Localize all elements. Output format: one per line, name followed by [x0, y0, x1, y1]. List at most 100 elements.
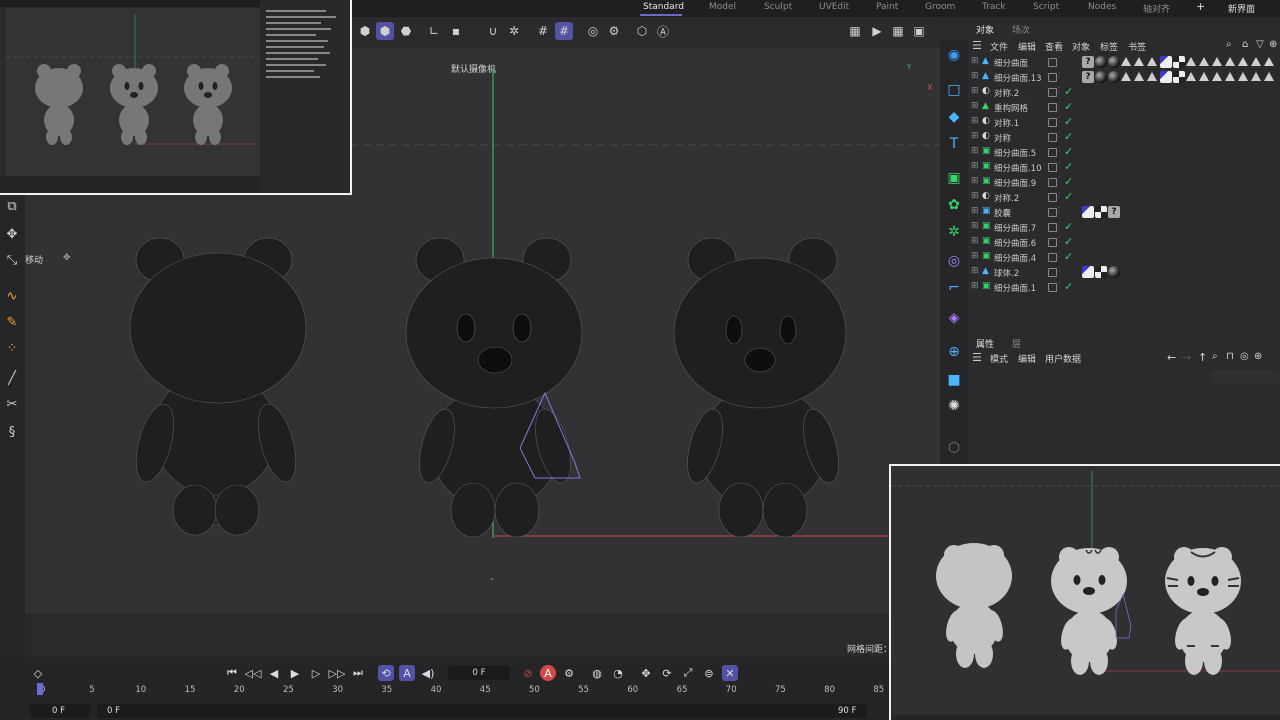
tag-tri-icon[interactable] [1225, 72, 1235, 81]
expand-icon[interactable]: ⊞ [971, 207, 980, 216]
visibility-dots[interactable]: ⁚ [1058, 146, 1060, 154]
tab-takes[interactable]: 场次 [1012, 23, 1030, 36]
tag-tri-icon[interactable] [1199, 72, 1209, 81]
camera-icon[interactable]: ■ [944, 370, 964, 390]
tag-tri-icon[interactable] [1147, 57, 1157, 66]
cloner-icon[interactable]: ✿ [944, 195, 964, 215]
layer-toggle[interactable] [1048, 193, 1057, 202]
layer-toggle[interactable] [1048, 118, 1057, 127]
enabled-check-icon[interactable]: ✓ [1064, 85, 1073, 98]
expand-icon[interactable]: ⊞ [971, 237, 980, 246]
layout-tab-axis-align[interactable]: 轴对齐 [1143, 2, 1170, 15]
visibility-dots[interactable]: ⁚ [1058, 161, 1060, 169]
range-slider[interactable] [162, 704, 867, 718]
cube-outline-icon[interactable]: □ [944, 80, 964, 100]
object-row[interactable]: ⊞ ▲ 球体.2 ⁚ [968, 265, 1280, 280]
layout-tab-uvedit[interactable]: UVEdit [819, 2, 849, 12]
expand-icon[interactable]: ⊞ [971, 252, 980, 261]
attr-search-field[interactable] [1210, 370, 1280, 384]
enabled-check-icon[interactable]: ✓ [1064, 100, 1073, 113]
expand-icon[interactable]: ⊞ [971, 162, 980, 171]
knife-icon[interactable]: ✂ [3, 395, 21, 413]
tag-tri-icon[interactable] [1264, 57, 1274, 66]
layer-toggle[interactable] [1048, 148, 1057, 157]
menu-mode[interactable]: 模式 [990, 352, 1008, 365]
snap-settings-icon[interactable]: ✲ [505, 22, 523, 40]
object-name[interactable]: 重构网格 [994, 102, 1028, 114]
tag-q-icon[interactable]: ? [1108, 206, 1120, 218]
tag-chk-icon[interactable] [1173, 56, 1185, 68]
clapper-icon[interactable]: ▦ [846, 22, 864, 40]
tag-sphere-icon[interactable] [1095, 71, 1107, 83]
object-row[interactable]: ⊞ ◐ 对称.2 ⁚ ✓ [968, 85, 1280, 100]
subdivision-generator-icon[interactable]: ▣ [944, 168, 964, 188]
menu-edit[interactable]: 编辑 [1018, 40, 1036, 53]
layout-tab-model[interactable]: Model [709, 2, 736, 12]
layout-tab-groom[interactable]: Groom [925, 2, 955, 12]
menu-icon[interactable]: ☰ [972, 39, 982, 52]
add-layout-button[interactable]: + [1196, 0, 1205, 13]
solo-icon[interactable]: ▪ [447, 22, 465, 40]
object-name[interactable]: 细分曲面 [994, 57, 1028, 69]
camera-label[interactable]: 默认摄像机 [451, 62, 496, 75]
tag-tri-icon[interactable] [1238, 57, 1248, 66]
new-layout-button[interactable]: 新界面 [1228, 2, 1255, 15]
object-row[interactable]: ⊞ ▣ 细分曲面.9 ⁚ ✓ [968, 175, 1280, 190]
layout-tab-script[interactable]: Script [1033, 2, 1059, 12]
visibility-dots[interactable]: ⁚ [1058, 251, 1060, 259]
visibility-dots[interactable]: ⁚ [1058, 131, 1060, 139]
render-queue-icon[interactable]: ▦ [889, 22, 907, 40]
object-name[interactable]: 球体.2 [994, 267, 1019, 279]
menu-user-data[interactable]: 用户数据 [1045, 352, 1081, 365]
expand-icon[interactable]: ⊞ [971, 147, 980, 156]
tag-tri-icon[interactable] [1186, 72, 1196, 81]
sketch-pen-icon[interactable]: ✎ [3, 313, 21, 331]
workplane-icon[interactable]: ∟ [425, 22, 443, 40]
visibility-dots[interactable]: ⁚ [1058, 206, 1060, 214]
object-row[interactable]: ⊞ ▲ 细分曲面 ⁚? [968, 55, 1280, 70]
object-name[interactable]: 对称.1 [994, 117, 1019, 129]
layer-toggle[interactable] [1048, 88, 1057, 97]
auto-icon[interactable]: Ⓐ [654, 22, 672, 40]
layer-toggle[interactable] [1048, 238, 1057, 247]
tag-mat-icon[interactable] [1082, 206, 1094, 218]
frame-ruler[interactable]: 0510152025303540455055606570758085 [0, 657, 890, 707]
menu-file[interactable]: 文件 [990, 40, 1008, 53]
expand-icon[interactable]: ⊞ [971, 177, 980, 186]
start-frame-field[interactable]: 0 F [30, 704, 90, 718]
menu-tags[interactable]: 标签 [1100, 40, 1118, 53]
text-icon[interactable]: T [944, 134, 964, 154]
layout-tab-nodes[interactable]: Nodes [1088, 2, 1116, 12]
layer-toggle[interactable] [1048, 73, 1057, 82]
undo-view-icon[interactable]: ⧉ [3, 197, 21, 215]
object-name[interactable]: 细分曲面.4 [994, 252, 1036, 264]
layer-toggle[interactable] [1048, 268, 1057, 277]
tag-sphere-icon[interactable] [1108, 71, 1120, 83]
visibility-dots[interactable]: ⁚ [1058, 236, 1060, 244]
object-row[interactable]: ⊞ ▣ 细分曲面.10 ⁚ ✓ [968, 160, 1280, 175]
tag-sphere-icon[interactable] [1108, 56, 1120, 68]
cube-icon[interactable]: ◆ [944, 107, 964, 127]
menu-object[interactable]: 对象 [1072, 40, 1090, 53]
grid-snap-icon[interactable]: # [534, 22, 552, 40]
object-row[interactable]: ⊞ ▣ 胶囊 ⁚? [968, 205, 1280, 220]
brush-icon[interactable]: ╱ [3, 369, 21, 387]
tag-chk-icon[interactable] [1095, 206, 1107, 218]
field-icon[interactable]: ⌐ [944, 278, 964, 298]
object-row[interactable]: ⊞ ▣ 细分曲面.7 ⁚ ✓ [968, 220, 1280, 235]
render-region-icon[interactable]: ◎ [584, 22, 602, 40]
attr-search-icon[interactable]: ⌕ [1212, 351, 1218, 362]
edge-mode-icon[interactable]: ⬣ [397, 22, 415, 40]
render-view-icon[interactable]: ▶ [868, 22, 886, 40]
expand-icon[interactable]: ⊞ [971, 87, 980, 96]
object-row[interactable]: ⊞ ▣ 细分曲面.6 ⁚ ✓ [968, 235, 1280, 250]
object-name[interactable]: 细分曲面.6 [994, 237, 1036, 249]
tag-tri-icon[interactable] [1212, 72, 1222, 81]
visibility-dots[interactable]: ⁚ [1058, 191, 1060, 199]
home-icon[interactable]: ⌂ [1242, 39, 1248, 50]
visibility-dots[interactable]: ⁚ [1058, 281, 1060, 289]
expand-icon[interactable]: ⊞ [971, 282, 980, 291]
expand-icon[interactable]: ⊞ [971, 57, 980, 66]
object-row[interactable]: ⊞ ▲ 细分曲面.13 ⁚? [968, 70, 1280, 85]
tag-q-icon[interactable]: ? [1082, 71, 1094, 83]
